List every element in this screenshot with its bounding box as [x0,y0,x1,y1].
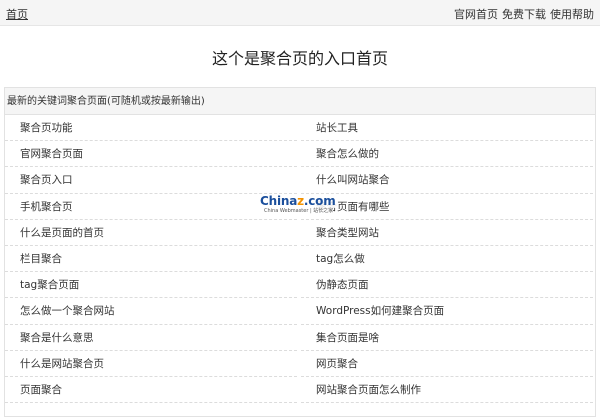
keyword-grid: 聚合页功能 站长工具 官网聚合页面 聚合怎么做的 聚合页入口 什么叫网站聚合 手… [5,115,595,404]
keyword-link[interactable]: 聚合类型网站 [301,220,593,246]
home-link[interactable]: 首页 [6,6,28,22]
keyword-link[interactable]: 聚合是什么意思 [5,325,297,351]
keyword-link[interactable]: tag怎么做 [301,246,593,273]
keyword-link[interactable]: 网站聚合页面怎么制作 [301,377,593,404]
keyword-link[interactable]: 站长工具 [301,115,593,142]
keyword-link[interactable]: 伪静态页面 [301,272,593,299]
keyword-link[interactable]: 聚合页入口 [5,167,297,194]
keyword-link[interactable]: 什么是网站聚合页 [5,351,297,377]
keyword-link[interactable]: 集合页面是啥 [301,325,593,351]
keyword-link[interactable]: tag聚合页面 [5,272,297,299]
panel-header: 最新的关键词聚合页面(可随机或按最新输出) [5,88,595,115]
keyword-link[interactable]: 聚合怎么做的 [301,141,593,168]
keyword-link[interactable]: 什么是页面的首页 [5,220,297,246]
top-bar: 首页 官网首页 免费下载 使用帮助 [0,0,600,26]
top-links: 官网首页 免费下载 使用帮助 [454,6,594,22]
keyword-panel: 最新的关键词聚合页面(可随机或按最新输出) 聚合页功能 站长工具 官网聚合页面 … [4,87,596,417]
keyword-link[interactable]: 页面聚合 [5,377,297,404]
keyword-link[interactable]: WordPress如何建聚合页面 [301,298,593,325]
free-download-link[interactable]: 免费下载 [502,6,546,22]
help-link[interactable]: 使用帮助 [550,6,594,22]
keyword-link[interactable]: 什么叫网站聚合 [301,167,593,194]
keyword-link[interactable]: 手机聚合页 [5,194,297,220]
page-title: 这个是聚合页的入口首页 [211,49,388,68]
official-home-link[interactable]: 官网首页 [454,6,498,22]
keyword-link[interactable]: 栏目聚合 [5,246,297,273]
keyword-link[interactable]: 聚合页面有哪些 [301,194,593,220]
keyword-link[interactable]: 怎么做一个聚合网站 [5,298,297,325]
keyword-link[interactable]: 网页聚合 [301,351,593,377]
keyword-link[interactable]: 聚合页功能 [5,115,297,142]
keyword-link[interactable]: 官网聚合页面 [5,141,297,168]
